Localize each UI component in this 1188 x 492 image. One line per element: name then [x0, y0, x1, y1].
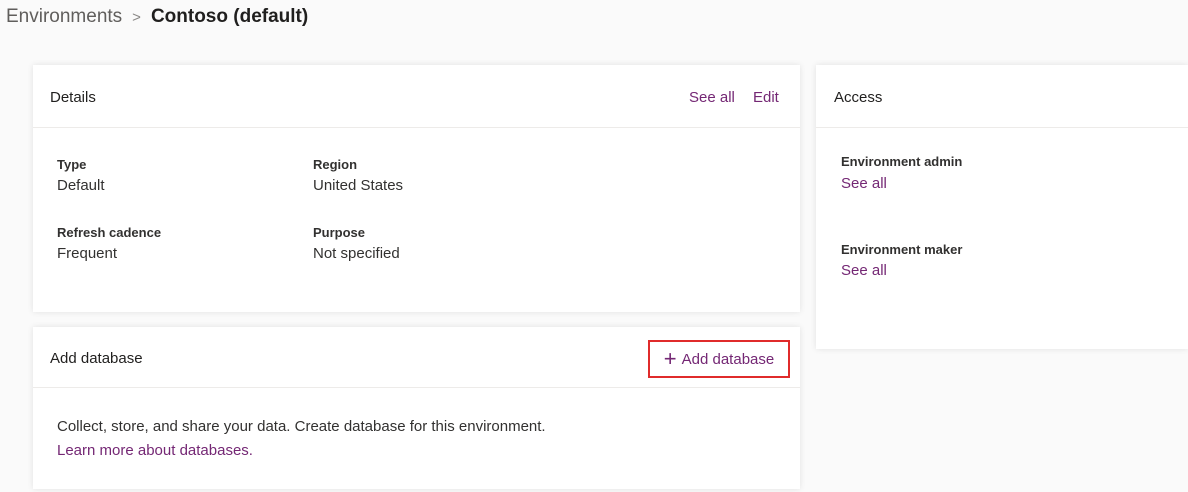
details-card: Details See all Edit Type Default Region…: [33, 65, 800, 312]
region-value: United States: [313, 177, 404, 194]
add-database-title: Add database: [50, 350, 143, 367]
access-card: Access Environment admin See all Environ…: [816, 65, 1188, 349]
add-database-button[interactable]: + Add database: [648, 340, 790, 378]
environment-maker-label: Environment maker: [841, 242, 963, 257]
access-title: Access: [834, 89, 883, 106]
chevron-right-icon: >: [132, 8, 141, 26]
add-database-description: Collect, store, and share your data. Cre…: [57, 418, 546, 435]
learn-more-databases-link[interactable]: Learn more about databases.: [57, 442, 253, 459]
environment-admin-see-all-link[interactable]: See all: [841, 175, 887, 192]
plus-icon: +: [663, 346, 677, 371]
details-card-header: [33, 65, 800, 128]
purpose-value: Not specified: [313, 245, 400, 262]
type-label: Type: [57, 157, 87, 172]
environment-admin-label: Environment admin: [841, 154, 963, 169]
breadcrumb: Environments > Contoso (default): [6, 6, 308, 28]
region-label: Region: [313, 157, 358, 172]
environment-maker-see-all-link[interactable]: See all: [841, 262, 887, 279]
refresh-cadence-value: Frequent: [57, 245, 118, 262]
details-title: Details: [50, 89, 96, 106]
type-value: Default: [57, 177, 105, 194]
purpose-label: Purpose: [313, 225, 366, 240]
page-title: Contoso (default): [150, 6, 309, 27]
details-edit-link[interactable]: Edit: [753, 89, 779, 106]
refresh-cadence-label: Refresh cadence: [57, 225, 162, 240]
details-see-all-link[interactable]: See all: [689, 89, 735, 106]
breadcrumb-environments-link[interactable]: Environments: [6, 6, 122, 28]
add-database-button-label: Add database: [681, 350, 775, 368]
